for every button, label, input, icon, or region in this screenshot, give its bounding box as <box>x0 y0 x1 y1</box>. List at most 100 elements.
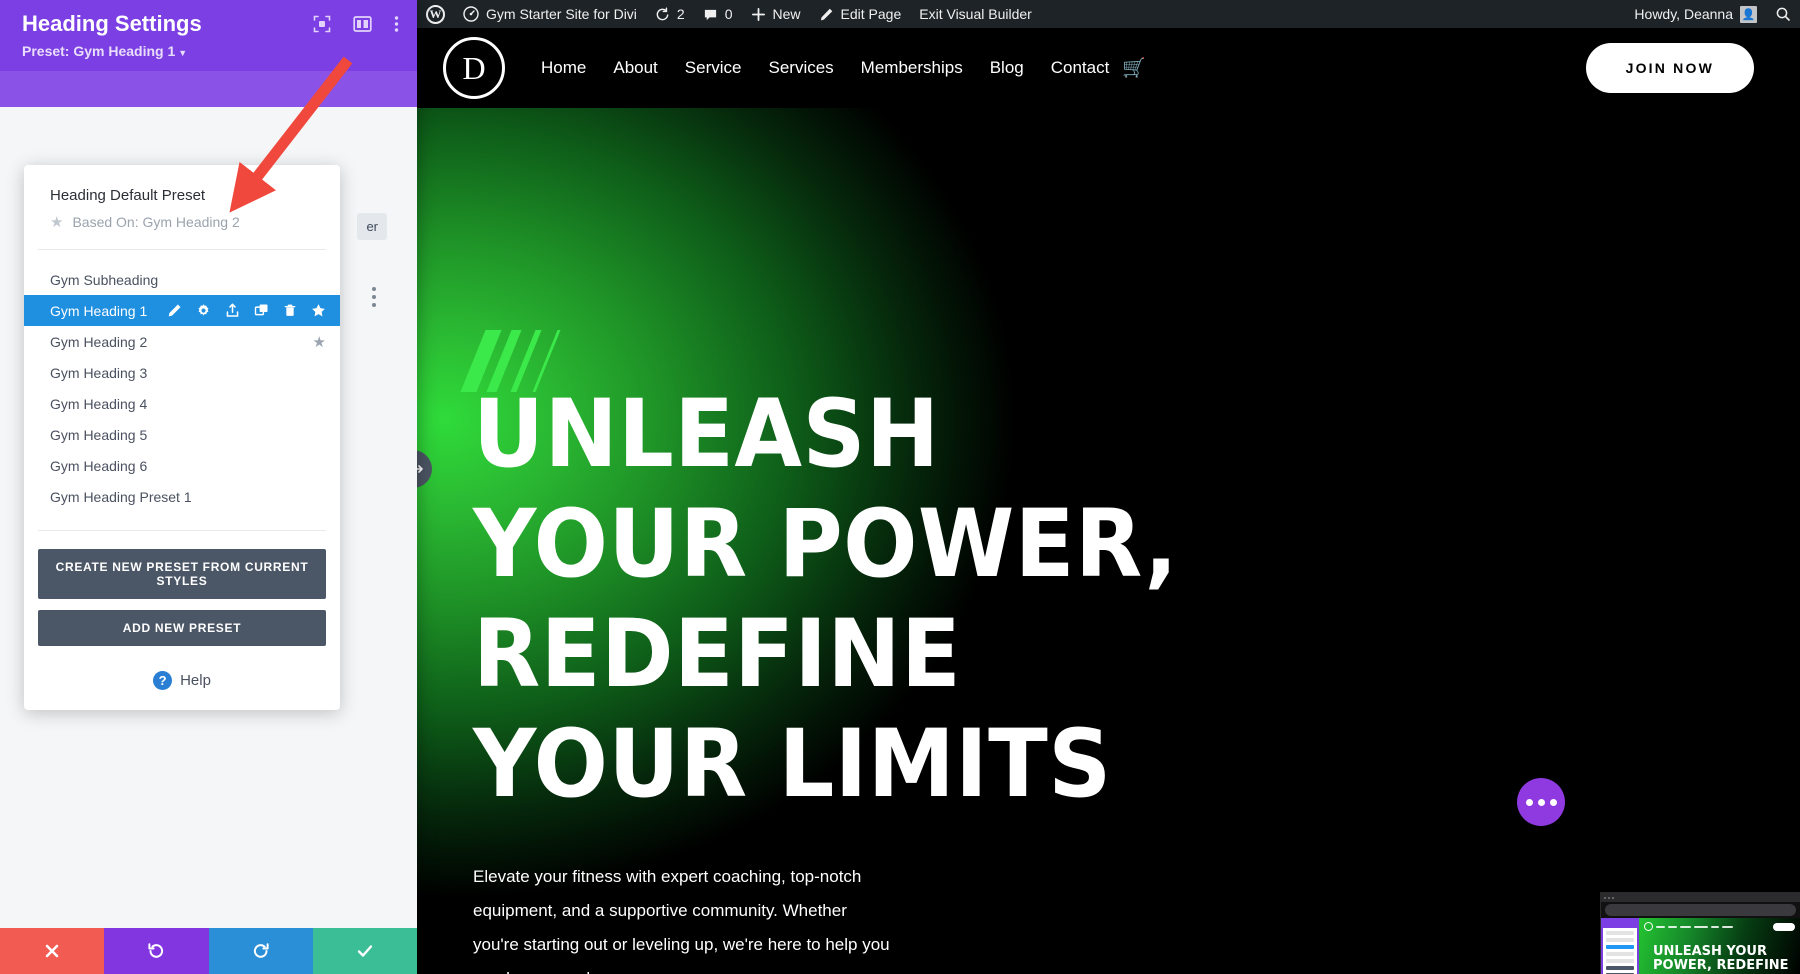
site-name-menu[interactable]: Gym Starter Site for Divi <box>454 0 646 28</box>
add-new-preset-button[interactable]: ADD NEW PRESET <box>38 610 326 647</box>
help-link[interactable]: ? Help <box>24 657 340 700</box>
default-preset-title: Heading Default Preset <box>50 187 206 205</box>
thumbnail-settings-panel <box>1601 918 1639 974</box>
comments-menu[interactable]: 0 <box>694 0 742 28</box>
create-new-preset-button[interactable]: CREATE NEW PRESET FROM CURRENT STYLES <box>38 549 326 600</box>
based-on-label: Based On: Gym Heading 2 <box>72 214 240 231</box>
save-check-icon <box>357 945 373 957</box>
divi-logo-icon[interactable]: D <box>443 37 505 99</box>
plus-icon <box>751 7 766 22</box>
hero-section: UNLEASH YOUR POWER, REDEFINE YOUR LIMITS… <box>417 108 1800 974</box>
new-content-menu[interactable]: New <box>742 0 810 28</box>
duplicate-icon[interactable] <box>254 303 269 318</box>
updates-menu[interactable]: 2 <box>646 0 694 28</box>
set-default-star-icon[interactable] <box>311 303 326 318</box>
shopping-cart-icon[interactable]: 🛒 <box>1122 56 1146 80</box>
panel-tab-strip <box>0 71 417 108</box>
heading-settings-panel: Heading Settings Preset: Gym Heading 1▼ <box>0 0 417 974</box>
export-icon[interactable] <box>225 303 240 318</box>
panel-body: er Heading Default Preset ★ Based On: Gy… <box>0 107 417 928</box>
admin-search-button[interactable] <box>1766 0 1800 28</box>
preset-item-gym-heading-preset-1[interactable]: Gym Heading Preset 1 <box>24 481 340 512</box>
edit-page-label: Edit Page <box>840 6 902 22</box>
settings-gear-icon[interactable] <box>196 303 211 318</box>
undo-arrow-icon <box>148 943 164 958</box>
redo-arrow-icon <box>253 943 269 958</box>
nav-item-contact[interactable]: Contact <box>1051 58 1110 78</box>
preset-item-gym-heading-6[interactable]: Gym Heading 6 <box>24 450 340 481</box>
focus-frame-icon[interactable] <box>313 15 331 33</box>
question-mark-icon: ? <box>153 671 173 691</box>
panel-header: Heading Settings Preset: Gym Heading 1 ▼ <box>0 0 417 72</box>
preset-item-gym-subheading[interactable]: Gym Subheading <box>24 264 340 295</box>
update-refresh-icon <box>655 7 670 22</box>
vertical-dots-icon[interactable] <box>394 15 399 33</box>
nav-item-about[interactable]: About <box>613 58 657 78</box>
new-label: New <box>772 6 801 22</box>
preset-item-label: Gym Heading 4 <box>50 395 148 412</box>
preset-item-gym-heading-2[interactable]: Gym Heading 2 ★ <box>24 326 340 357</box>
search-icon <box>1775 6 1791 22</box>
redo-button[interactable] <box>208 928 313 974</box>
thumbnail-heading: UNLEASH YOUR POWER, REDEFINE <box>1653 944 1789 973</box>
page-thumbnail-preview[interactable]: UNLEASH YOUR POWER, REDEFINE <box>1600 892 1800 974</box>
preset-item-label: Gym Heading 3 <box>50 364 148 381</box>
discard-changes-button[interactable] <box>0 928 105 974</box>
panel-title: Heading Settings <box>22 11 202 36</box>
obscured-field-label: er <box>357 213 387 241</box>
save-changes-button[interactable] <box>312 928 417 974</box>
preset-item-gym-heading-4[interactable]: Gym Heading 4 <box>24 388 340 419</box>
default-preset-star-icon[interactable]: ★ <box>313 333 326 351</box>
rename-icon[interactable] <box>167 303 182 318</box>
delete-trash-icon[interactable] <box>283 303 297 318</box>
nav-item-services[interactable]: Services <box>768 58 833 78</box>
preset-item-gym-heading-3[interactable]: Gym Heading 3 <box>24 357 340 388</box>
primary-nav: Home About Service Services Memberships … <box>541 56 1146 80</box>
preset-item-label: Gym Heading 1 <box>50 302 148 319</box>
nav-item-home[interactable]: Home <box>541 58 586 78</box>
layout-columns-icon[interactable] <box>353 15 372 33</box>
ellipsis-dot <box>1525 798 1533 806</box>
preset-item-label: Gym Heading 6 <box>50 457 148 474</box>
close-x-icon <box>45 944 59 958</box>
comment-bubble-icon <box>703 7 718 22</box>
avatar: 👤 <box>1740 5 1757 23</box>
exit-visual-builder-link[interactable]: Exit Visual Builder <box>910 0 1041 28</box>
dashboard-speedometer-icon <box>463 6 479 22</box>
nav-item-blog[interactable]: Blog <box>990 58 1024 78</box>
account-menu[interactable]: Howdy, Deanna 👤 <box>1625 0 1766 28</box>
panel-footer-toolbar <box>0 928 417 974</box>
nav-item-memberships[interactable]: Memberships <box>861 58 963 78</box>
thumbnail-titlebar <box>1601 893 1800 902</box>
hero-heading[interactable]: UNLEASH YOUR POWER, REDEFINE YOUR LIMITS <box>473 380 1180 820</box>
thumbnail-body: UNLEASH YOUR POWER, REDEFINE <box>1601 918 1800 974</box>
nav-item-service[interactable]: Service <box>685 58 742 78</box>
obscured-vertical-dots-icon[interactable] <box>372 287 376 308</box>
site-header: D Home About Service Services Membership… <box>417 28 1800 108</box>
panel-preset-label: Preset: Gym Heading 1 <box>22 43 176 60</box>
preset-list: Gym Subheading Gym Heading 1 Gym Heading… <box>24 260 340 516</box>
exit-visual-builder-label: Exit Visual Builder <box>919 6 1032 22</box>
thumbnail-hero: UNLEASH YOUR POWER, REDEFINE <box>1639 918 1800 974</box>
undo-button[interactable] <box>104 928 209 974</box>
screen: W Gym Starter Site for Divi 2 0 New Edit… <box>0 0 1800 974</box>
join-now-button[interactable]: JOIN NOW <box>1585 43 1754 93</box>
preset-item-gym-heading-1[interactable]: Gym Heading 1 <box>24 295 340 327</box>
comments-count: 0 <box>724 6 733 22</box>
preset-item-label: Gym Heading 2 <box>50 333 148 350</box>
preset-item-gym-heading-5[interactable]: Gym Heading 5 <box>24 419 340 450</box>
star-icon: ★ <box>50 214 64 232</box>
ellipsis-dot <box>1549 798 1557 806</box>
thumbnail-urlbar <box>1605 904 1796 916</box>
wp-logo-menu[interactable]: W <box>417 0 454 28</box>
panel-preset-selector[interactable]: Preset: Gym Heading 1 ▼ <box>22 43 399 59</box>
preset-row-actions <box>167 303 326 318</box>
hero-content: UNLEASH YOUR POWER, REDEFINE YOUR LIMITS… <box>473 108 1800 974</box>
panel-header-actions <box>313 11 399 33</box>
default-preset-block[interactable]: Heading Default Preset ★ Based On: Gym H… <box>24 187 340 231</box>
howdy-label: Howdy, Deanna <box>1634 6 1733 22</box>
wordpress-logo-icon: W <box>426 4 445 24</box>
help-label: Help <box>180 672 211 690</box>
builder-options-fab-button[interactable] <box>1517 778 1565 826</box>
edit-page-link[interactable]: Edit Page <box>810 0 911 28</box>
